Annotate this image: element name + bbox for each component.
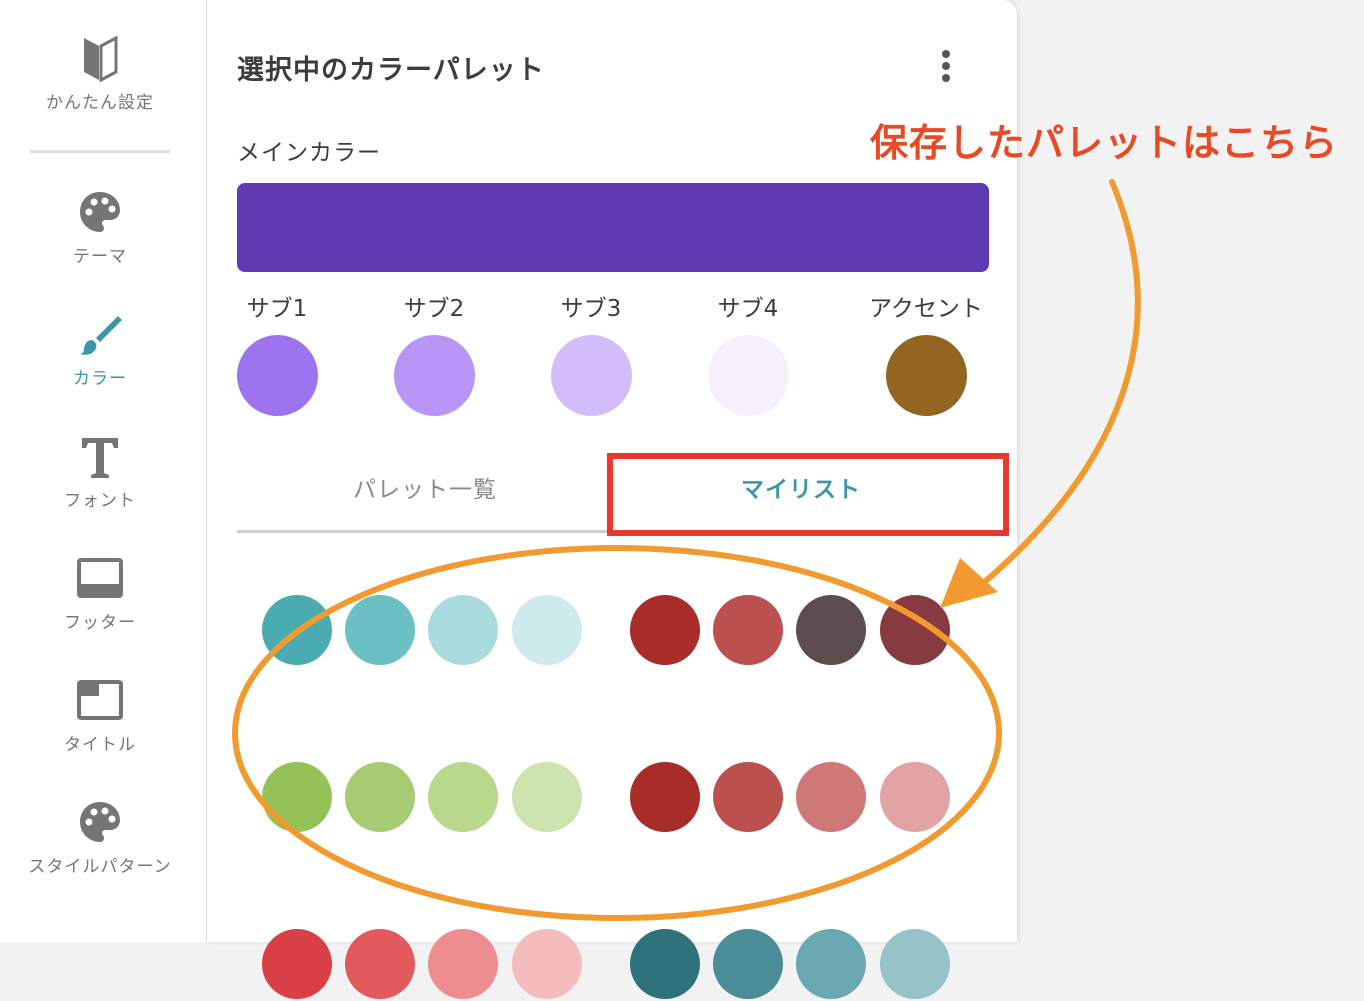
palette-color-dot[interactable] (796, 929, 866, 999)
palette-color-dot[interactable] (796, 762, 866, 832)
main-color-label: メインカラー (237, 140, 381, 166)
palette-color-dot[interactable] (345, 929, 415, 999)
sub-color-swatch (707, 335, 789, 416)
sidebar-item-label: フォント (64, 491, 136, 511)
tab-underline (237, 530, 613, 533)
sub-color-swatch (236, 335, 318, 416)
palette-color-dot[interactable] (512, 595, 582, 665)
brush-icon (80, 316, 122, 355)
sub-color-2[interactable]: サブ2 (369, 293, 499, 416)
sidebar-item-style-pattern[interactable]: スタイルパターン (0, 798, 200, 877)
sidebar-item-footer[interactable]: フッター (0, 554, 200, 633)
sidebar-item-label: カラー (73, 369, 127, 389)
palette-color-dot[interactable] (630, 929, 700, 999)
palette-color-dot[interactable] (428, 762, 498, 832)
page-title: 選択中のカラーパレット (237, 55, 545, 86)
sidebar-item-label: かんたん設定 (46, 93, 154, 113)
sidebar-divider (30, 150, 170, 153)
sub-color-5[interactable]: アクセント (861, 293, 991, 416)
sub-color-label: サブ1 (246, 296, 308, 322)
sidebar-item-label: スタイルパターン (28, 857, 172, 877)
palette-color-dot[interactable] (880, 929, 950, 999)
sub-color-label: サブ4 (717, 296, 779, 322)
sidebar-item-theme[interactable]: テーマ (0, 188, 200, 267)
palette-color-dot[interactable] (796, 595, 866, 665)
saved-palette-row[interactable] (207, 762, 1017, 834)
sub-color-4[interactable]: サブ4 (683, 293, 813, 416)
palette-color-dot[interactable] (630, 595, 700, 665)
footer-layout-icon (77, 558, 123, 598)
palette-color-dot[interactable] (345, 595, 415, 665)
palette-icon (80, 802, 120, 842)
palette-color-dot[interactable] (262, 595, 332, 665)
sidebar-item-color[interactable]: カラー (0, 310, 200, 389)
sub-color-swatch (885, 335, 967, 416)
font-icon (82, 438, 118, 478)
main-color-swatch[interactable] (237, 183, 989, 272)
settings-sidebar: かんたん設定 テーマ カラー フォント フッター タイトル スタイルパターン (0, 0, 207, 942)
palette-color-dot[interactable] (630, 762, 700, 832)
saved-palette-row[interactable] (207, 929, 1017, 1001)
sub-color-label: サブ3 (560, 296, 622, 322)
tab-my-list[interactable]: マイリスト (613, 470, 989, 504)
title-layout-icon (77, 680, 123, 720)
palette-color-dot[interactable] (880, 762, 950, 832)
annotation-text: 保存したパレットはこちら (870, 121, 1339, 165)
sidebar-item-label: フッター (64, 613, 136, 633)
sidebar-item-label: タイトル (64, 735, 136, 755)
palette-color-dot[interactable] (512, 929, 582, 999)
sidebar-item-easy-setup[interactable]: かんたん設定 (0, 34, 200, 113)
palette-icon (80, 192, 120, 232)
more-options-button[interactable] (931, 46, 961, 86)
saved-palette-row[interactable] (207, 595, 1017, 667)
sidebar-item-label: テーマ (73, 247, 127, 267)
sub-color-label: サブ2 (403, 296, 465, 322)
palette-color-dot[interactable] (880, 595, 950, 665)
sub-color-1[interactable]: サブ1 (212, 293, 342, 416)
tab-palette-list[interactable]: パレット一覧 (237, 470, 613, 504)
palette-color-dot[interactable] (345, 762, 415, 832)
palette-color-dot[interactable] (428, 595, 498, 665)
sub-color-swatch (393, 335, 475, 416)
palette-color-dot[interactable] (713, 929, 783, 999)
palette-color-dot[interactable] (713, 762, 783, 832)
palette-color-dot[interactable] (512, 762, 582, 832)
sidebar-item-title[interactable]: タイトル (0, 676, 200, 755)
beginner-mark-icon (84, 35, 118, 82)
sub-color-swatch (550, 335, 632, 416)
palette-color-dot[interactable] (262, 929, 332, 999)
more-vertical-icon (931, 50, 961, 82)
sidebar-item-font[interactable]: フォント (0, 432, 200, 511)
palette-color-dot[interactable] (262, 762, 332, 832)
palette-color-dot[interactable] (428, 929, 498, 999)
palette-color-dot[interactable] (713, 595, 783, 665)
sub-color-label: アクセント (869, 296, 983, 322)
sub-color-3[interactable]: サブ3 (526, 293, 656, 416)
